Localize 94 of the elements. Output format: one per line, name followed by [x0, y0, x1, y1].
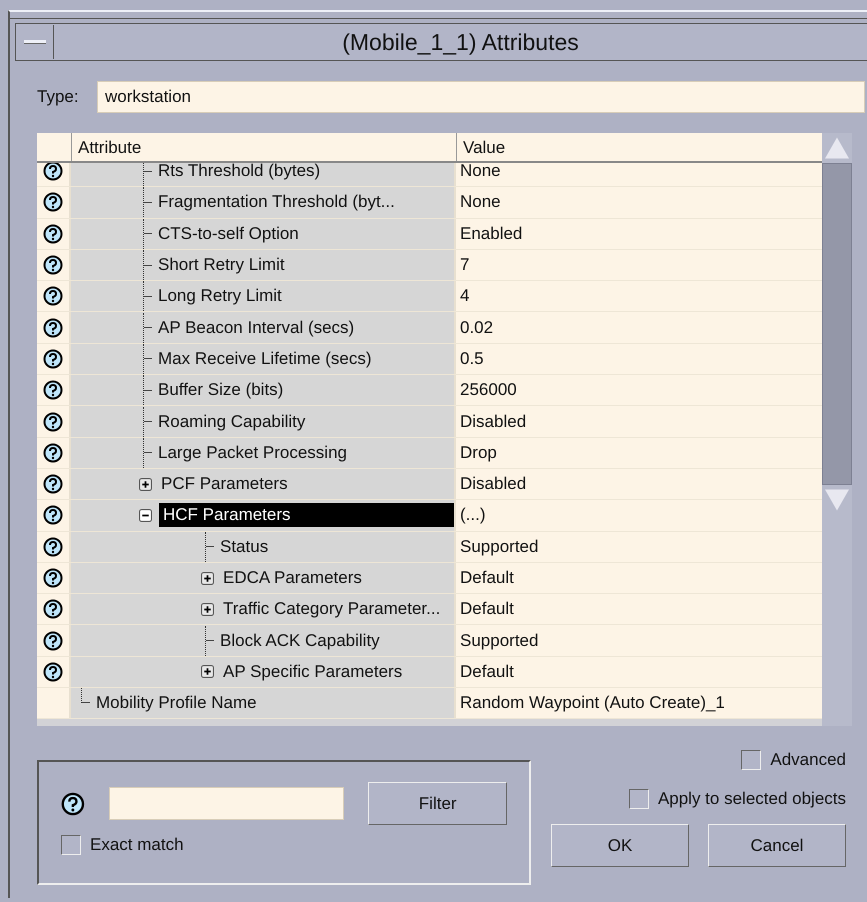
attribute-cell[interactable]: Short Retry Limit: [71, 250, 456, 280]
collapse-icon[interactable]: [139, 508, 152, 522]
attribute-cell[interactable]: Fragmentation Threshold (byt...: [71, 187, 456, 218]
expand-icon[interactable]: [139, 478, 152, 491]
value-cell[interactable]: Supported: [456, 532, 822, 562]
value-cell[interactable]: Supported: [456, 625, 822, 656]
checkbox[interactable]: [61, 835, 81, 855]
value-cell[interactable]: Disabled: [456, 468, 822, 500]
attribute-name: Roaming Capability: [157, 410, 306, 433]
attribute-name: Block ACK Capability: [219, 630, 381, 652]
help-icon[interactable]: [43, 163, 63, 182]
value-cell[interactable]: None: [456, 163, 822, 186]
scroll-thumb[interactable]: [822, 163, 852, 485]
help-icon[interactable]: [43, 536, 63, 557]
value-cell[interactable]: 7: [456, 250, 822, 280]
attribute-name: HCF Parameters: [159, 503, 454, 528]
help-icon[interactable]: [43, 568, 63, 588]
attribute-name: AP Specific Parameters: [222, 660, 404, 683]
value-cell[interactable]: Disabled: [456, 406, 822, 437]
cancel-button[interactable]: Cancel: [708, 824, 846, 867]
attribute-name: AP Beacon Interval (secs): [157, 316, 356, 339]
attribute-cell[interactable]: CTS-to-self Option: [71, 218, 456, 249]
filter-button[interactable]: Filter: [368, 782, 507, 825]
checkbox[interactable]: [628, 789, 649, 809]
help-icon[interactable]: [43, 318, 63, 338]
value-cell[interactable]: 0.5: [456, 344, 822, 374]
help-icon[interactable]: [43, 192, 63, 212]
help-icon[interactable]: [43, 599, 63, 620]
attribute-name: Fragmentation Threshold (byt...: [157, 191, 396, 214]
window-title: (Mobile_1_1) Attributes: [341, 28, 580, 56]
attribute-name: PCF Parameters: [160, 473, 289, 496]
attribute-cell[interactable]: AP Beacon Interval (secs): [71, 312, 456, 343]
attribute-cell[interactable]: AP Specific Parameters: [71, 656, 456, 688]
value-cell[interactable]: 4: [456, 281, 822, 312]
attribute-name: Long Retry Limit: [157, 285, 283, 308]
help-icon[interactable]: [43, 224, 63, 244]
help-icon[interactable]: [43, 474, 63, 494]
expand-icon[interactable]: [201, 602, 214, 616]
help-icon[interactable]: [43, 662, 63, 682]
type-label: Type:: [36, 87, 80, 107]
help-icon[interactable]: [43, 630, 63, 651]
attribute-cell[interactable]: Max Receive Lifetime (secs): [71, 344, 456, 374]
value-cell[interactable]: None: [456, 187, 822, 218]
checkbox[interactable]: [741, 750, 762, 770]
help-icon[interactable]: [61, 792, 85, 816]
attribute-name: EDCA Parameters: [222, 567, 363, 589]
checkbox-label: Exact match: [90, 835, 184, 855]
attribute-name: CTS-to-self Option: [157, 222, 300, 245]
attribute-cell[interactable]: Block ACK Capability: [71, 625, 456, 656]
attribute-cell[interactable]: Rts Threshold (bytes): [71, 163, 456, 186]
expand-icon[interactable]: [201, 572, 214, 584]
attribute-name: Traffic Category Parameter...: [222, 598, 442, 620]
help-icon[interactable]: [43, 380, 63, 400]
expand-icon[interactable]: [201, 665, 214, 678]
scrollbar[interactable]: [822, 133, 852, 726]
help-icon[interactable]: [43, 286, 63, 306]
filter-field[interactable]: [108, 787, 344, 820]
column-header[interactable]: Attribute: [71, 133, 456, 161]
type-field: workstation: [97, 81, 865, 113]
attribute-name: Max Receive Lifetime (secs): [157, 348, 373, 370]
attribute-name: Rts Threshold (bytes): [157, 163, 322, 182]
attribute-name: Large Packet Processing: [157, 442, 348, 464]
exact-match-checkbox[interactable]: Exact match: [61, 835, 507, 855]
value-cell[interactable]: Default: [456, 562, 822, 594]
help-icon[interactable]: [43, 255, 63, 276]
value-cell[interactable]: Drop: [456, 438, 822, 468]
value-cell[interactable]: (...): [456, 500, 822, 531]
value-cell[interactable]: Random Waypoint (Auto Create)_1: [456, 688, 822, 718]
attribute-name: Mobility Profile Name: [95, 692, 258, 714]
checkbox-label: Advanced: [770, 750, 846, 770]
value-cell[interactable]: Enabled: [456, 218, 822, 249]
ok-button[interactable]: OK: [551, 824, 689, 867]
value-cell[interactable]: Default: [456, 656, 822, 688]
value-cell[interactable]: 256000: [456, 375, 822, 406]
attribute-cell[interactable]: HCF Parameters: [71, 500, 456, 531]
help-icon[interactable]: [43, 348, 63, 369]
attribute-cell[interactable]: Mobility Profile Name: [71, 688, 456, 718]
advanced-checkbox[interactable]: Advanced: [741, 750, 846, 770]
attribute-cell[interactable]: EDCA Parameters: [71, 562, 456, 594]
help-icon[interactable]: [43, 442, 63, 463]
attribute-cell[interactable]: Buffer Size (bits): [71, 375, 456, 406]
attribute-name: Short Retry Limit: [157, 254, 286, 276]
attribute-cell[interactable]: Traffic Category Parameter...: [71, 594, 456, 624]
attribute-cell[interactable]: Status: [71, 532, 456, 562]
value-cell[interactable]: Default: [456, 594, 822, 624]
attribute-cell[interactable]: Long Retry Limit: [71, 281, 456, 312]
help-icon[interactable]: [43, 505, 63, 526]
value-cell[interactable]: 0.02: [456, 312, 822, 343]
help-icon[interactable]: [43, 412, 63, 432]
attribute-cell[interactable]: Roaming Capability: [71, 406, 456, 437]
attribute-name: Buffer Size (bits): [157, 379, 284, 402]
attribute-name: Status: [219, 536, 270, 558]
attribute-cell[interactable]: PCF Parameters: [71, 468, 456, 500]
attribute-cell[interactable]: Large Packet Processing: [71, 438, 456, 468]
